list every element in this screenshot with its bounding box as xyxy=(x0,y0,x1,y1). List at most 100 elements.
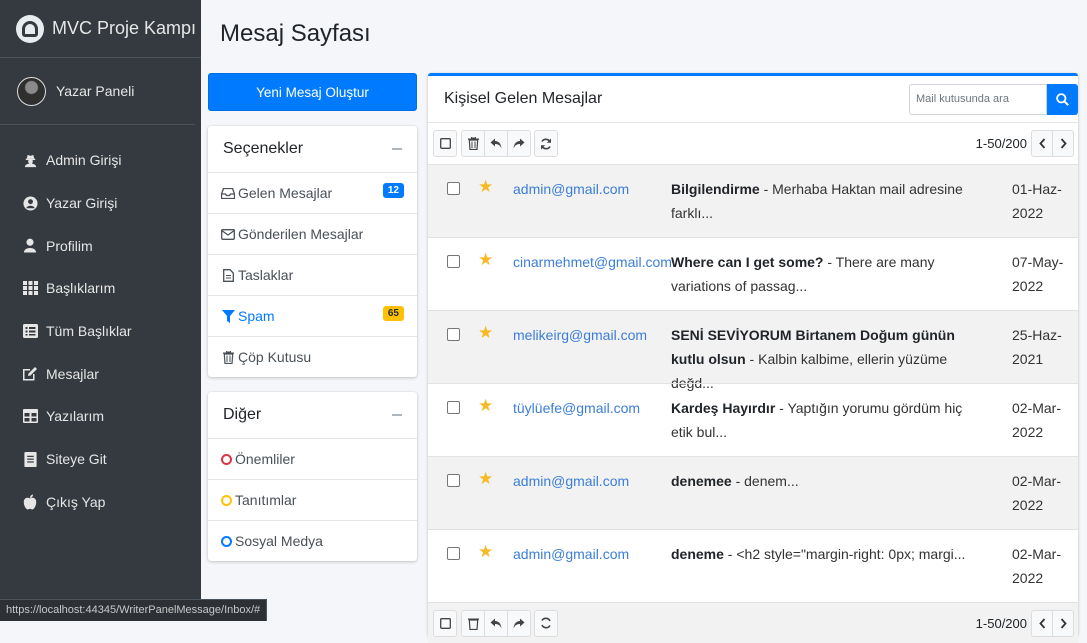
reply-button[interactable] xyxy=(484,609,508,637)
edit-icon xyxy=(22,366,38,382)
file-text-icon xyxy=(22,451,38,467)
message-list: ★ admin@gmail.com Bilgilendirme - Merhab… xyxy=(428,164,1078,643)
message-subject[interactable]: Bilgilendirme - Merhaba Haktan mail adre… xyxy=(671,177,976,225)
message-sender[interactable]: cinarmehmet@gmail.com xyxy=(513,254,672,270)
subject-text: Kardeş Hayırdır xyxy=(671,400,776,416)
share-icon xyxy=(513,618,525,628)
row-checkbox[interactable] xyxy=(447,474,460,487)
folder-spam[interactable]: Spam 65 xyxy=(208,296,417,337)
message-subject[interactable]: denemee - denem... xyxy=(671,469,976,493)
label-important[interactable]: Önemliler xyxy=(208,439,417,480)
table-row[interactable]: ★ admin@gmail.com denemee - denem... 02-… xyxy=(428,456,1078,529)
message-sender[interactable]: admin@gmail.com xyxy=(513,181,629,197)
forward-button[interactable] xyxy=(507,609,531,637)
message-sender[interactable]: admin@gmail.com xyxy=(513,473,629,489)
star-icon[interactable]: ★ xyxy=(478,469,493,489)
user-icon xyxy=(22,238,38,254)
folder-inbox[interactable]: Gelen Mesajlar 12 xyxy=(208,173,417,214)
message-subject[interactable]: Where can I get some? - There are many v… xyxy=(671,250,976,298)
reply-button[interactable] xyxy=(484,130,508,157)
brand-link[interactable]: MVC Proje Kampı xyxy=(0,0,201,58)
new-message-button[interactable]: Yeni Mesaj Oluştur xyxy=(208,73,417,111)
user-panel-label: Yazar Paneli xyxy=(56,83,135,99)
avatar xyxy=(17,76,46,106)
table-row[interactable]: ★ cinarmehmet@gmail.com Where can I get … xyxy=(428,237,1078,310)
message-date: 02-Mar-2022 xyxy=(1012,473,1062,513)
mailbox-toolbar-top: 1-50/200 xyxy=(428,123,1078,164)
row-checkbox[interactable] xyxy=(447,328,460,341)
forward-button[interactable] xyxy=(507,130,531,157)
row-checkbox[interactable] xyxy=(447,547,460,560)
prev-page-button[interactable] xyxy=(1031,130,1053,157)
sidebar-item-mesajlar[interactable]: Mesajlar xyxy=(0,352,201,395)
folder-sent[interactable]: Gönderilen Mesajlar xyxy=(208,214,417,255)
message-sender[interactable]: tüylüefe@gmail.com xyxy=(513,400,640,416)
sidebar-item-yazar-girisi[interactable]: Yazar Girişi xyxy=(0,182,201,225)
delete-button[interactable] xyxy=(461,609,485,637)
reply-icon xyxy=(490,138,502,149)
message-subject[interactable]: Kardeş Hayırdır - Yaptığın yorumu gördüm… xyxy=(671,396,976,444)
list-alt-icon xyxy=(22,323,38,339)
search-input[interactable]: Mail kutusunda ara xyxy=(909,83,1047,115)
options-card-title: Seçenekler xyxy=(223,140,304,157)
pagination: 1-50/200 xyxy=(976,610,1074,637)
message-subject[interactable]: deneme - <h2 style="margin-right: 0px; m… xyxy=(671,542,976,566)
folder-drafts[interactable]: Taslaklar xyxy=(208,255,417,296)
label-promotions[interactable]: Tanıtımlar xyxy=(208,480,417,521)
sidebar-item-label: Çıkış Yap xyxy=(46,493,106,510)
star-icon[interactable]: ★ xyxy=(478,542,493,562)
label-text: Önemliler xyxy=(235,451,295,467)
brand-text: MVC Proje Kampı xyxy=(52,18,197,38)
select-all-button[interactable] xyxy=(433,609,457,637)
sidebar-item-yazilarim[interactable]: Yazılarım xyxy=(0,395,201,438)
collapse-icon[interactable] xyxy=(392,148,402,150)
message-sender[interactable]: admin@gmail.com xyxy=(513,546,629,562)
user-panel[interactable]: Yazar Paneli xyxy=(0,58,195,125)
subject-text: denemee xyxy=(671,473,732,489)
circle-icon xyxy=(221,453,232,465)
star-icon[interactable]: ★ xyxy=(478,396,493,416)
other-card: Diğer Önemliler Tanıtımlar Sosyal Medya xyxy=(208,392,417,561)
refresh-button[interactable] xyxy=(534,130,558,157)
reply-icon xyxy=(490,618,502,628)
chevron-right-icon xyxy=(1060,618,1067,629)
star-icon[interactable]: ★ xyxy=(478,323,493,343)
next-page-button[interactable] xyxy=(1052,130,1074,157)
label-social-media[interactable]: Sosyal Medya xyxy=(208,521,417,561)
message-date: 07-May-2022 xyxy=(1012,254,1064,294)
sidebar-item-siteye-git[interactable]: Siteye Git xyxy=(0,438,201,481)
refresh-button[interactable] xyxy=(534,609,558,637)
envelope-icon xyxy=(221,228,235,240)
delete-button[interactable] xyxy=(461,130,485,157)
collapse-icon[interactable] xyxy=(392,414,402,416)
mailbox-header: Kişisel Gelen Mesajlar Mail kutusunda ar… xyxy=(428,76,1078,123)
folder-label: Gönderilen Mesajlar xyxy=(238,226,364,242)
select-all-button[interactable] xyxy=(433,130,457,157)
next-page-button[interactable] xyxy=(1052,610,1074,637)
circle-icon xyxy=(221,535,232,547)
table-row[interactable]: ★ admin@gmail.com deneme - <h2 style="ma… xyxy=(428,529,1078,602)
other-card-title: Diğer xyxy=(223,406,262,423)
options-card-header: Seçenekler xyxy=(208,126,417,173)
table-row[interactable]: ★ melikeirg@gmail.com SENİ SEVİYORUM Bir… xyxy=(428,310,1078,391)
message-sender[interactable]: melikeirg@gmail.com xyxy=(513,327,647,343)
prev-page-button[interactable] xyxy=(1031,610,1053,637)
table-row[interactable]: ★ admin@gmail.com Bilgilendirme - Merhab… xyxy=(428,164,1078,237)
sidebar-item-profilim[interactable]: Profilim xyxy=(0,224,201,267)
search-button[interactable] xyxy=(1047,83,1078,115)
mailbox-search: Mail kutusunda ara xyxy=(909,83,1078,115)
label-text: Tanıtımlar xyxy=(235,492,297,508)
row-checkbox[interactable] xyxy=(447,255,460,268)
pagination-text: 1-50/200 xyxy=(975,136,1027,151)
sidebar-item-cikis-yap[interactable]: Çıkış Yap xyxy=(0,481,201,524)
row-checkbox[interactable] xyxy=(447,182,460,195)
row-checkbox[interactable] xyxy=(447,401,460,414)
table-row[interactable]: ★ tüylüefe@gmail.com Kardeş Hayırdır - Y… xyxy=(428,383,1078,456)
sidebar-item-basliklarim[interactable]: Başlıklarım xyxy=(0,267,201,310)
sidebar-item-admin-girisi[interactable]: Admin Girişi xyxy=(0,139,201,182)
star-icon[interactable]: ★ xyxy=(478,250,493,270)
star-icon[interactable]: ★ xyxy=(478,177,493,197)
message-date: 25-Haz-2021 xyxy=(1012,327,1062,367)
sidebar-item-tum-basliklar[interactable]: Tüm Başlıklar xyxy=(0,310,201,353)
folder-trash[interactable]: Çöp Kutusu xyxy=(208,337,417,377)
